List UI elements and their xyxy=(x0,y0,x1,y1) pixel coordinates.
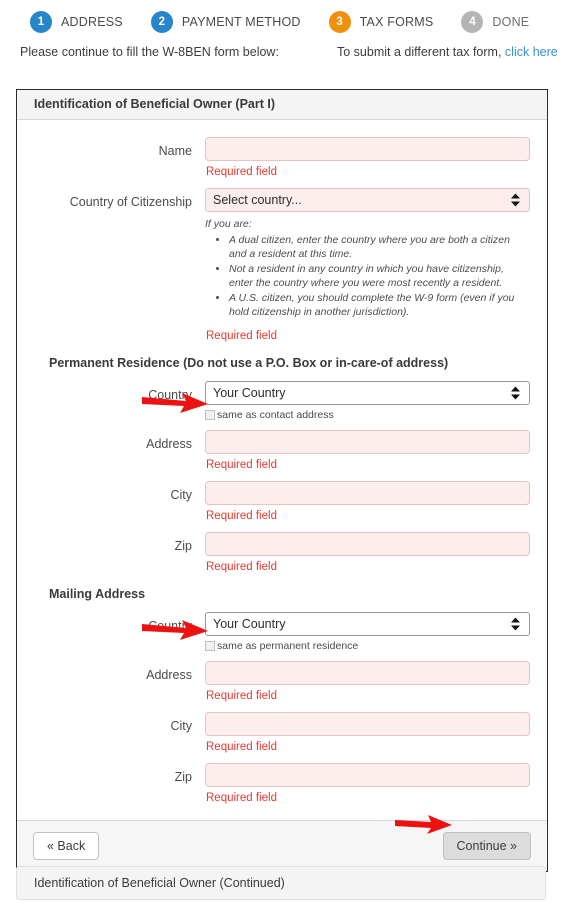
name-input[interactable] xyxy=(205,137,530,161)
panel-body: Name Required field Country of Citizensh… xyxy=(17,120,547,820)
ma-city-label: City xyxy=(170,719,192,733)
ma-address-input[interactable] xyxy=(205,661,530,685)
field-row-citizenship: Country of Citizenship Select country...… xyxy=(33,188,531,352)
intro-row: Please continue to fill the W-8BEN form … xyxy=(0,33,570,61)
citizenship-hint-item-1: A dual citizen, enter the country where … xyxy=(229,233,530,261)
citizenship-hint-item-3: A U.S. citizen, you should complete the … xyxy=(229,291,530,319)
progress-stepper: 1 ADDRESS 2 PAYMENT METHOD 3 TAX FORMS 4… xyxy=(0,0,570,33)
ma-country-select[interactable]: Your Country xyxy=(205,612,530,636)
name-error: Required field xyxy=(206,166,277,178)
pr-zip-label: Zip xyxy=(174,539,192,553)
ma-city-input[interactable] xyxy=(205,712,530,736)
field-row-pr-city: City Required field xyxy=(33,481,531,532)
pr-country-select[interactable]: Your Country xyxy=(205,381,530,405)
chevron-updown-icon xyxy=(511,617,520,631)
citizenship-selected-value: Select country... xyxy=(213,193,302,207)
citizenship-hint-intro: If you are: xyxy=(205,218,252,230)
pr-same-as-contact-row[interactable]: same as contact address xyxy=(205,409,531,421)
ma-city-error: Required field xyxy=(206,741,277,753)
pr-address-label: Address xyxy=(146,437,192,451)
pr-city-error: Required field xyxy=(206,510,277,522)
panel-footer: « Back Continue » xyxy=(17,820,547,871)
ma-zip-label: Zip xyxy=(174,770,192,784)
pr-country-selected-value: Your Country xyxy=(213,386,286,400)
field-row-ma-city: City Required field xyxy=(33,712,531,763)
field-row-pr-address: Address Required field xyxy=(33,430,531,481)
pr-same-as-contact-checkbox[interactable] xyxy=(205,410,215,420)
mailing-address-title: Mailing Address xyxy=(49,587,146,601)
field-row-name: Name Required field xyxy=(33,137,531,188)
step-tax-forms[interactable]: 3 TAX FORMS xyxy=(328,11,434,33)
field-row-ma-address: Address Required field xyxy=(33,661,531,712)
step-done: 4 DONE xyxy=(461,11,529,33)
click-here-link[interactable]: click here xyxy=(505,45,558,59)
step-4-label: DONE xyxy=(492,15,530,29)
panel-title: Identification of Beneficial Owner (Part… xyxy=(17,90,547,120)
permanent-residence-title: Permanent Residence (Do not use a P.O. B… xyxy=(49,356,449,370)
field-row-ma-country: Country Your Country same as permanent r… xyxy=(33,612,531,661)
pr-city-label: City xyxy=(170,488,192,502)
step-1-label: ADDRESS xyxy=(61,15,123,29)
ma-same-as-permanent-label[interactable]: same as permanent residence xyxy=(217,640,358,652)
ma-same-as-permanent-checkbox[interactable] xyxy=(205,641,215,651)
step-1-number: 1 xyxy=(30,11,52,33)
beneficial-owner-panel: Identification of Beneficial Owner (Part… xyxy=(16,89,548,872)
pr-address-input[interactable] xyxy=(205,430,530,454)
citizenship-select[interactable]: Select country... xyxy=(205,188,530,212)
continue-button[interactable]: Continue » xyxy=(442,831,531,861)
pr-zip-error: Required field xyxy=(206,561,277,573)
ma-address-error: Required field xyxy=(206,690,277,702)
citizenship-label: Country of Citizenship xyxy=(69,195,192,209)
beneficial-owner-continued-panel[interactable]: Identification of Beneficial Owner (Cont… xyxy=(16,866,546,900)
chevron-updown-icon xyxy=(511,193,520,207)
chevron-updown-icon xyxy=(511,386,520,400)
different-tax-form-note: To submit a different tax form, click he… xyxy=(337,45,558,59)
ma-zip-input[interactable] xyxy=(205,763,530,787)
field-row-ma-zip: Zip Required field xyxy=(33,763,531,814)
step-address[interactable]: 1 ADDRESS xyxy=(30,11,123,33)
step-2-number: 2 xyxy=(150,11,173,33)
citizenship-hint-item-2: Not a resident in any country in which y… xyxy=(229,262,530,290)
step-2-label: PAYMENT METHOD xyxy=(181,15,301,29)
citizenship-hint: If you are: A dual citizen, enter the co… xyxy=(205,217,530,319)
step-3-number: 3 xyxy=(328,11,351,33)
ma-same-as-permanent-row[interactable]: same as permanent residence xyxy=(205,640,531,652)
name-label: Name xyxy=(158,144,192,158)
citizenship-error: Required field xyxy=(206,330,277,342)
field-row-pr-zip: Zip Required field xyxy=(33,532,531,583)
intro-instruction: Please continue to fill the W-8BEN form … xyxy=(20,45,279,59)
pr-address-error: Required field xyxy=(206,459,277,471)
continued-panel-title: Identification of Beneficial Owner (Cont… xyxy=(34,876,285,890)
back-button[interactable]: « Back xyxy=(33,831,100,861)
ma-address-label: Address xyxy=(146,668,192,682)
pr-zip-input[interactable] xyxy=(205,532,530,556)
step-4-number: 4 xyxy=(461,11,484,33)
pr-city-input[interactable] xyxy=(205,481,530,505)
pr-country-label: Country xyxy=(148,388,192,402)
field-row-pr-country: Country Your Country same as contact add… xyxy=(33,381,531,430)
ma-zip-error: Required field xyxy=(206,792,277,804)
ma-country-label: Country xyxy=(148,619,192,633)
ma-country-selected-value: Your Country xyxy=(213,617,286,631)
pr-same-as-contact-label[interactable]: same as contact address xyxy=(217,409,334,421)
different-tax-form-text: To submit a different tax form, xyxy=(337,45,502,59)
step-payment-method[interactable]: 2 PAYMENT METHOD xyxy=(150,11,301,33)
citizenship-hint-list: A dual citizen, enter the country where … xyxy=(205,233,530,319)
step-3-label: TAX FORMS xyxy=(359,15,434,29)
